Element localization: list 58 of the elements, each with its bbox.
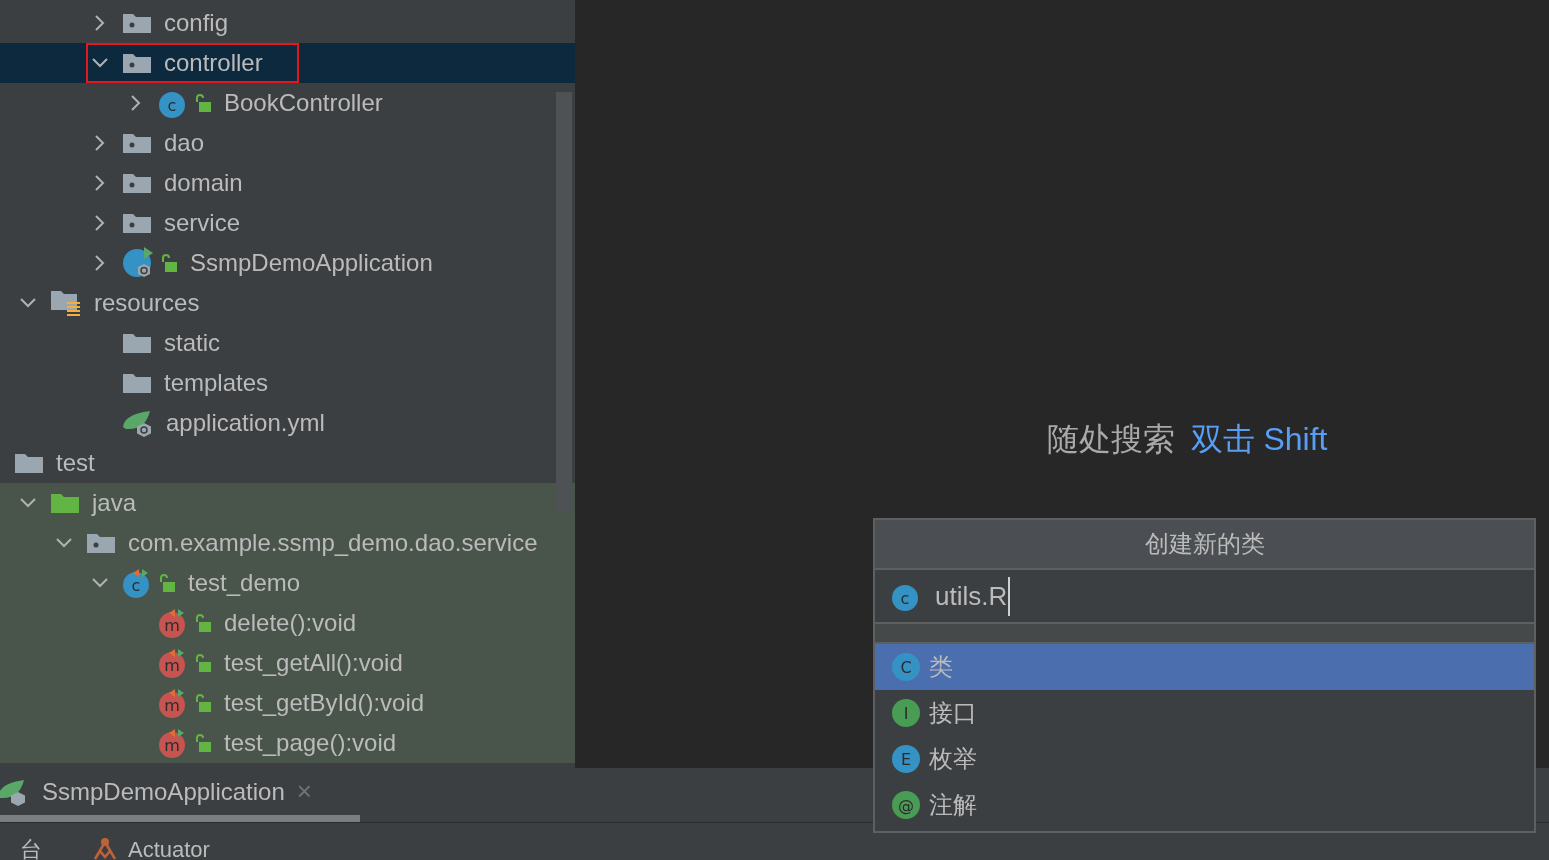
test-tree-row[interactable]: java <box>0 483 575 523</box>
tree-item-label[interactable]: com.example.ssmp_demo.dao.service <box>128 525 538 561</box>
folder-icon <box>122 131 152 155</box>
tree-item-label[interactable]: test_page():void <box>224 725 397 761</box>
tree-item-label[interactable]: test_getAll():void <box>224 645 403 681</box>
lock-icon <box>194 653 212 673</box>
tree-item-label[interactable]: java <box>92 485 137 521</box>
folder-icon <box>122 51 152 75</box>
tree-item-label[interactable]: test <box>56 445 95 481</box>
tree-item-label[interactable]: static <box>164 325 220 361</box>
popup-title: 创建新的类 <box>1144 529 1265 559</box>
test-tree-row[interactable]: com.example.ssmp_demo.dao.service <box>0 523 575 563</box>
folder-icon <box>14 451 44 475</box>
kind-option[interactable]: C 类 <box>875 644 1534 690</box>
hint-shortcut: 双击 Shift <box>1190 420 1328 459</box>
spring-leaf-icon <box>122 409 154 437</box>
lock-icon <box>194 93 212 113</box>
kind-option[interactable]: E 枚举 <box>875 736 1534 782</box>
tree-item-label[interactable]: controller <box>164 45 263 81</box>
folder-icon <box>86 531 116 555</box>
tree-item-label[interactable]: domain <box>164 165 243 201</box>
tree-item-label[interactable]: resources <box>94 285 200 321</box>
test-tree-row[interactable]: m delete():void <box>0 603 575 643</box>
kind-icon: @ <box>891 790 921 820</box>
selected-tree-row[interactable]: controller <box>0 43 575 83</box>
folder-icon <box>50 491 80 515</box>
kind-icon: I <box>891 698 921 728</box>
folder-icon <box>122 211 152 235</box>
tree-item-label[interactable]: application.yml <box>166 405 325 441</box>
kind-icon: E <box>891 744 921 774</box>
kind-option[interactable]: I 接口 <box>875 690 1534 736</box>
lock-icon <box>194 693 212 713</box>
tree-item-label[interactable]: SsmpDemoApplication <box>190 245 433 281</box>
folder-icon <box>122 11 152 35</box>
lock-icon <box>158 573 176 593</box>
lock-icon <box>160 253 178 273</box>
folder-icon <box>122 371 152 395</box>
test-tree-row[interactable]: m test_page():void <box>0 723 575 763</box>
test-tree-row[interactable]: m test_getAll():void <box>0 643 575 683</box>
hint-action: 随处搜索 <box>1046 420 1175 459</box>
test-tree-row[interactable]: c test_demo <box>0 563 575 603</box>
tree-item-label[interactable]: test_demo <box>188 565 301 601</box>
test-tree-row[interactable]: m test_getById():void <box>0 683 575 723</box>
folder-icon <box>122 331 152 355</box>
kind-icon: C <box>891 652 921 682</box>
folder-icon <box>122 171 152 195</box>
tree-item-label[interactable]: templates <box>164 365 269 401</box>
resources-folder-icon <box>50 289 82 317</box>
tree-item-label[interactable]: delete():void <box>224 605 357 641</box>
lock-icon <box>194 613 212 633</box>
tree-item-label[interactable]: dao <box>164 125 205 161</box>
tab-label: SsmpDemoApplication <box>42 776 285 807</box>
tree-item-label[interactable]: BookController <box>224 85 383 121</box>
tree-item-label[interactable]: test_getById():void <box>224 685 425 721</box>
tree-item-label[interactable]: service <box>164 205 241 241</box>
kind-option[interactable]: @ 注解 <box>875 782 1534 828</box>
lock-icon <box>194 733 212 753</box>
tree-item-label[interactable]: config <box>164 5 229 41</box>
